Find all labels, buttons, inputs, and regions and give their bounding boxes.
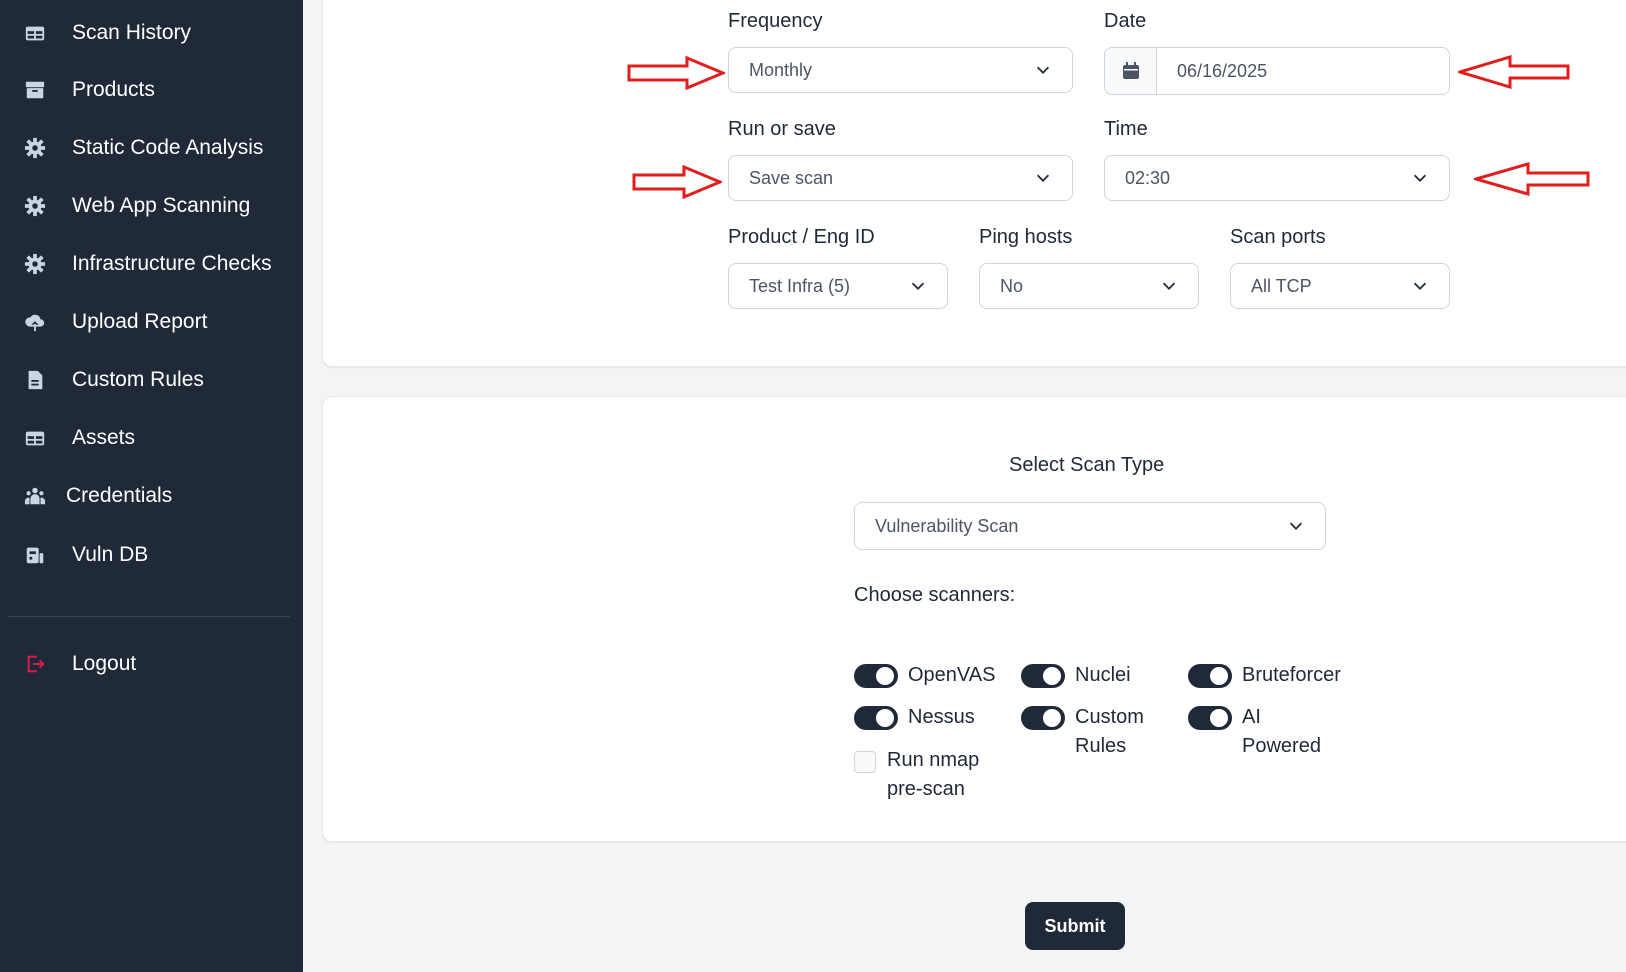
product-eng-label: Product / Eng ID — [728, 226, 875, 248]
cloud-upload-icon — [22, 309, 48, 335]
sidebar: Scan History Products Static Code Analys… — [0, 0, 303, 972]
run-nmap-prescan-checkbox[interactable]: Run nmap pre-scan — [854, 749, 987, 804]
frequency-value: Monthly — [749, 59, 813, 80]
ping-hosts-select[interactable]: No — [979, 263, 1199, 309]
annotation-arrow-right-icon — [627, 56, 725, 90]
time-select[interactable]: 02:30 — [1104, 155, 1450, 201]
chevron-down-icon — [1413, 282, 1427, 290]
sidebar-item-vuln-db[interactable]: Vuln DB — [22, 537, 148, 573]
gear-icon — [22, 135, 48, 161]
chevron-down-icon — [1162, 282, 1176, 290]
scan-ports-value: All TCP — [1251, 275, 1312, 296]
nuclei-label: Nuclei — [1075, 664, 1131, 686]
scan-type-select[interactable]: Vulnerability Scan — [854, 502, 1326, 550]
sidebar-item-label: Web App Scanning — [72, 194, 251, 217]
toggle-switch — [1188, 664, 1232, 688]
chevron-down-icon — [1036, 174, 1050, 182]
logout-icon — [22, 651, 48, 677]
custom-rules-toggle[interactable]: Custom Rules — [1021, 706, 1155, 761]
table-icon — [22, 425, 48, 451]
sidebar-item-custom-rules[interactable]: Custom Rules — [22, 362, 204, 398]
bruteforcer-toggle[interactable]: Bruteforcer — [1188, 664, 1341, 690]
frequency-select[interactable]: Monthly — [728, 47, 1073, 93]
time-value: 02:30 — [1125, 167, 1171, 188]
sidebar-item-infrastructure-checks[interactable]: Infrastructure Checks — [22, 246, 272, 282]
product-eng-value: Test Infra (5) — [749, 275, 851, 296]
table-icon — [22, 20, 48, 46]
document-icon — [22, 367, 48, 393]
scan-type-value: Vulnerability Scan — [875, 515, 1019, 536]
gear-icon — [22, 193, 48, 219]
time-label: Time — [1104, 118, 1148, 140]
date-label: Date — [1104, 10, 1147, 32]
sidebar-item-credentials[interactable]: Credentials — [22, 478, 172, 514]
submit-button[interactable]: Submit — [1025, 902, 1125, 950]
sidebar-item-assets[interactable]: Assets — [22, 420, 135, 456]
sidebar-item-logout[interactable]: Logout — [22, 646, 136, 682]
select-scan-type-label: Select Scan Type — [1009, 454, 1165, 476]
annotation-arrow-left-icon — [1474, 162, 1590, 196]
sidebar-divider — [8, 616, 290, 617]
openvas-toggle[interactable]: OpenVAS — [854, 664, 995, 690]
chevron-down-icon — [1413, 174, 1427, 182]
sidebar-item-web-app-scanning[interactable]: Web App Scanning — [22, 188, 250, 224]
ping-hosts-value: No — [1000, 275, 1024, 296]
scan-ports-select[interactable]: All TCP — [1230, 263, 1450, 309]
sidebar-item-label: Assets — [72, 426, 136, 449]
nessus-label: Nessus — [908, 706, 975, 728]
sidebar-item-label: Static Code Analysis — [72, 136, 264, 159]
chevron-down-icon — [1289, 522, 1303, 530]
sidebar-item-label: Upload Report — [72, 310, 208, 333]
chevron-down-icon — [911, 282, 925, 290]
toggle-switch — [854, 706, 898, 730]
scan-ports-label: Scan ports — [1230, 226, 1326, 248]
calendar-icon — [1105, 48, 1157, 94]
ai-powered-toggle[interactable]: AI Powered — [1188, 706, 1332, 761]
chevron-down-icon — [1036, 66, 1050, 74]
gear-icon — [22, 251, 48, 277]
annotation-arrow-left-icon — [1458, 55, 1570, 89]
frequency-label: Frequency — [728, 10, 823, 32]
openvas-label: OpenVAS — [908, 664, 996, 686]
ping-hosts-label: Ping hosts — [979, 226, 1073, 248]
choose-scanners-label: Choose scanners: — [854, 584, 1016, 606]
sidebar-item-label: Vuln DB — [72, 543, 149, 566]
sidebar-item-upload-report[interactable]: Upload Report — [22, 304, 207, 340]
users-icon — [22, 483, 48, 509]
sidebar-item-label: Products — [72, 78, 155, 101]
run-or-save-select[interactable]: Save scan — [728, 155, 1073, 201]
annotation-arrow-right-icon — [632, 165, 722, 199]
sidebar-item-label: Scan History — [72, 21, 192, 44]
product-eng-select[interactable]: Test Infra (5) — [728, 263, 948, 309]
checkbox-box — [854, 751, 876, 773]
archive-icon — [22, 77, 48, 103]
sidebar-item-label: Infrastructure Checks — [72, 252, 272, 275]
logout-label: Logout — [72, 652, 137, 675]
nessus-toggle[interactable]: Nessus — [854, 706, 975, 732]
toggle-switch — [1021, 664, 1065, 688]
custom-rules-label: Custom Rules — [1075, 706, 1144, 757]
toggle-switch — [1188, 706, 1232, 730]
run-or-save-label: Run or save — [728, 118, 836, 140]
ai-powered-label: AI Powered — [1242, 706, 1321, 757]
database-icon — [22, 542, 48, 568]
bruteforcer-label: Bruteforcer — [1242, 664, 1341, 686]
sidebar-item-products[interactable]: Products — [22, 72, 155, 108]
sidebar-item-label: Custom Rules — [72, 368, 204, 391]
date-value: 06/16/2025 — [1177, 60, 1268, 81]
toggle-switch — [1021, 706, 1065, 730]
run-nmap-prescan-label: Run nmap pre-scan — [887, 749, 980, 800]
sidebar-item-scan-history[interactable]: Scan History — [22, 15, 191, 51]
nuclei-toggle[interactable]: Nuclei — [1021, 664, 1131, 690]
sidebar-item-label: Credentials — [66, 484, 173, 507]
toggle-switch — [854, 664, 898, 688]
run-or-save-value: Save scan — [749, 167, 834, 188]
date-input[interactable]: 06/16/2025 — [1104, 47, 1450, 95]
sidebar-item-static-code-analysis[interactable]: Static Code Analysis — [22, 130, 263, 166]
